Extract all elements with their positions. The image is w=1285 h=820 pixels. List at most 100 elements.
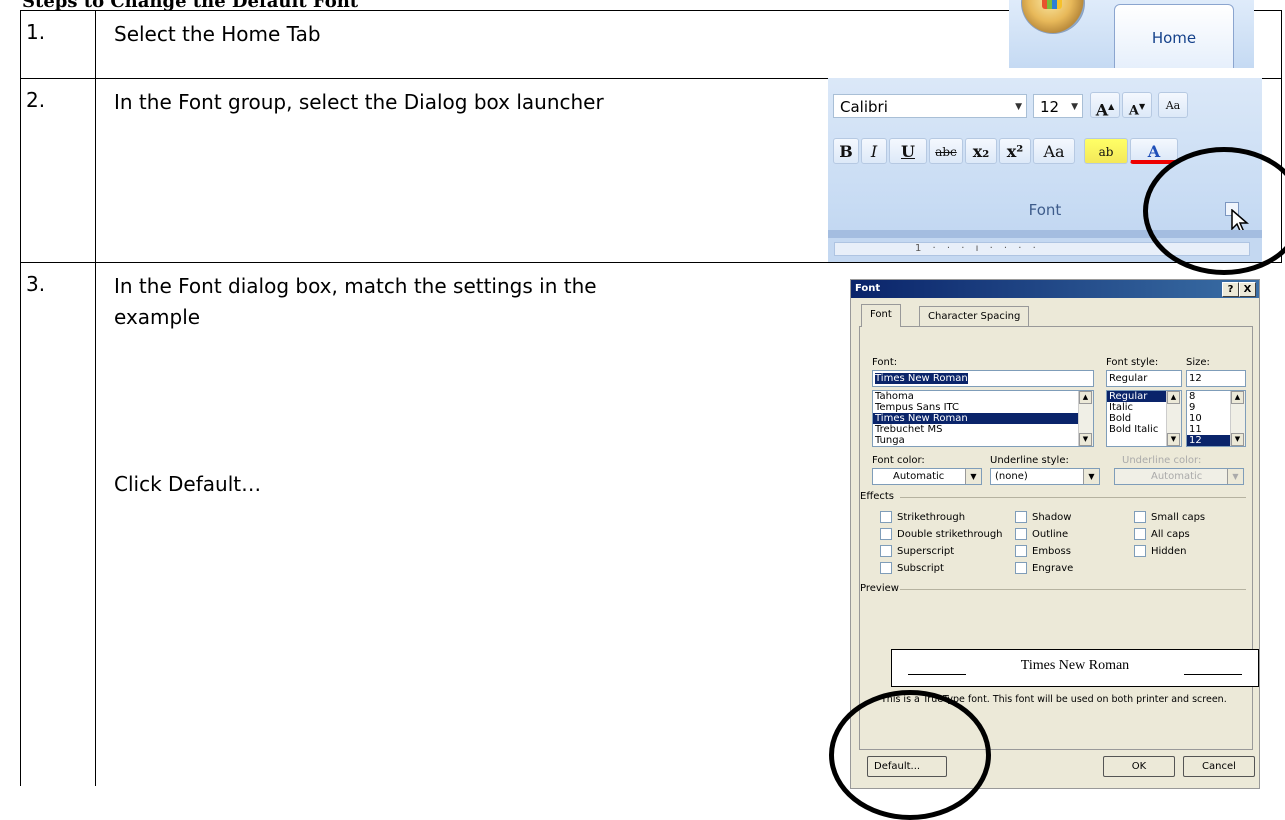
tab-font[interactable]: Font xyxy=(861,304,901,327)
font-style-label: Font style: xyxy=(1106,357,1159,368)
double-strikethrough-checkbox[interactable]: Double strikethrough xyxy=(880,528,1003,540)
hidden-checkbox[interactable]: Hidden xyxy=(1134,545,1186,557)
cancel-button[interactable]: Cancel xyxy=(1183,756,1255,777)
strikethrough-checkbox[interactable]: Strikethrough xyxy=(880,511,965,523)
shadow-checkbox[interactable]: Shadow xyxy=(1015,511,1071,523)
font-color-select[interactable]: Automatic ▼ xyxy=(872,468,982,485)
superscript-button[interactable]: x² xyxy=(999,138,1031,164)
font-color-label: Font color: xyxy=(872,455,925,466)
preview-label: Preview xyxy=(860,583,899,594)
checkbox-box[interactable] xyxy=(880,545,892,557)
font-preview: Times New Roman xyxy=(891,649,1259,687)
step-number: 1. xyxy=(26,20,46,44)
table-column-divider xyxy=(95,10,96,786)
emboss-checkbox[interactable]: Emboss xyxy=(1015,545,1071,557)
superscript-checkbox[interactable]: Superscript xyxy=(880,545,954,557)
preview-line xyxy=(1184,674,1242,675)
grow-font-button[interactable]: A▲ xyxy=(1090,92,1120,119)
close-icon[interactable]: X xyxy=(1239,282,1256,297)
font-list[interactable]: Tahoma Tempus Sans ITC Times New Roman T… xyxy=(872,390,1094,447)
list-item[interactable]: Tahoma xyxy=(873,391,1093,402)
strikethrough-button[interactable]: abc xyxy=(929,138,963,164)
italic-button[interactable]: I xyxy=(861,138,887,164)
chevron-down-icon: ▼ xyxy=(1227,469,1243,484)
step-text: In the Font dialog box, match the settin… xyxy=(114,274,597,298)
step-text: Click Default… xyxy=(114,472,262,496)
table-border-left xyxy=(20,10,21,786)
shrink-font-button[interactable]: A▼ xyxy=(1122,92,1152,118)
checkbox-box[interactable] xyxy=(1015,562,1027,574)
highlight-circle xyxy=(829,690,991,820)
size-field[interactable]: 12 xyxy=(1186,370,1246,387)
section-divider xyxy=(900,589,1246,590)
checkbox-box[interactable] xyxy=(1134,511,1146,523)
font-style-list[interactable]: Regular Italic Bold Bold Italic ▲ ▼ xyxy=(1106,390,1182,447)
checkbox-box[interactable] xyxy=(880,528,892,540)
underline-button[interactable]: U xyxy=(889,138,927,164)
list-item[interactable]: Tunga xyxy=(873,435,1093,446)
scrollbar[interactable]: ▲ ▼ xyxy=(1078,391,1093,446)
font-name-field[interactable]: Times New Roman xyxy=(872,370,1094,387)
outline-checkbox[interactable]: Outline xyxy=(1015,528,1068,540)
font-size-combo[interactable]: 12 ▼ xyxy=(1033,94,1083,118)
ok-button[interactable]: OK xyxy=(1103,756,1175,777)
underline-style-select[interactable]: (none) ▼ xyxy=(990,468,1100,485)
preview-line xyxy=(908,674,966,675)
tab-character-spacing[interactable]: Character Spacing xyxy=(919,306,1030,327)
scroll-down-icon[interactable]: ▼ xyxy=(1167,433,1180,446)
engrave-checkbox[interactable]: Engrave xyxy=(1015,562,1073,574)
chevron-down-icon[interactable]: ▼ xyxy=(1083,469,1099,484)
preview-text: Times New Roman xyxy=(1020,658,1130,673)
scroll-down-icon[interactable]: ▼ xyxy=(1079,433,1092,446)
size-label: Size: xyxy=(1186,357,1210,368)
clear-formatting-button[interactable]: Aa xyxy=(1158,92,1188,118)
step-text: example xyxy=(114,305,201,329)
chevron-down-icon: ▼ xyxy=(1071,102,1078,112)
highlight-button[interactable]: ab xyxy=(1084,138,1128,164)
section-divider xyxy=(900,497,1246,498)
scroll-down-icon[interactable]: ▼ xyxy=(1231,433,1244,446)
checkbox-box[interactable] xyxy=(1015,528,1027,540)
small-caps-checkbox[interactable]: Small caps xyxy=(1134,511,1205,523)
checkbox-box[interactable] xyxy=(1134,528,1146,540)
checkbox-box[interactable] xyxy=(1015,545,1027,557)
font-size-value: 12 xyxy=(1040,98,1060,116)
home-tab-screenshot: Home xyxy=(1009,0,1254,68)
scroll-up-icon[interactable]: ▲ xyxy=(1167,391,1180,404)
checkbox-box[interactable] xyxy=(1015,511,1027,523)
scroll-up-icon[interactable]: ▲ xyxy=(1231,391,1244,404)
help-icon[interactable]: ? xyxy=(1222,282,1239,297)
font-color-button[interactable]: A xyxy=(1130,138,1178,164)
font-name-combo[interactable]: Calibri ▼ xyxy=(833,94,1027,118)
chevron-down-icon[interactable]: ▼ xyxy=(965,469,981,484)
subscript-checkbox[interactable]: Subscript xyxy=(880,562,944,574)
checkbox-box[interactable] xyxy=(880,511,892,523)
font-style-field[interactable]: Regular xyxy=(1106,370,1182,387)
underline-color-select: Automatic ▼ xyxy=(1114,468,1244,485)
subscript-button[interactable]: x₂ xyxy=(965,138,997,164)
checkbox-box[interactable] xyxy=(880,562,892,574)
change-case-button[interactable]: Aa xyxy=(1033,138,1075,164)
scrollbar[interactable]: ▲ ▼ xyxy=(1230,391,1245,446)
underline-color-label: Underline color: xyxy=(1122,455,1202,466)
scroll-up-icon[interactable]: ▲ xyxy=(1079,391,1092,404)
font-label: Font: xyxy=(872,357,898,368)
office-button-icon[interactable] xyxy=(1021,0,1085,34)
step-text: Select the Home Tab xyxy=(114,22,321,46)
tab-home[interactable]: Home xyxy=(1114,4,1234,68)
list-item-selected[interactable]: Times New Roman xyxy=(873,413,1093,424)
bold-button[interactable]: B xyxy=(833,138,859,164)
step-text: In the Font group, select the Dialog box… xyxy=(114,90,604,114)
size-list[interactable]: 8 9 10 11 12 ▲ ▼ xyxy=(1186,390,1246,447)
effects-label: Effects xyxy=(860,491,894,502)
table-row-divider xyxy=(20,262,1282,263)
checkbox-box[interactable] xyxy=(1134,545,1146,557)
chevron-down-icon: ▼ xyxy=(1015,102,1022,112)
scrollbar[interactable]: ▲ ▼ xyxy=(1166,391,1181,446)
office-logo-icon xyxy=(1042,0,1062,9)
underline-style-label: Underline style: xyxy=(990,455,1069,466)
all-caps-checkbox[interactable]: All caps xyxy=(1134,528,1190,540)
list-item[interactable]: Tempus Sans ITC xyxy=(873,402,1093,413)
list-item[interactable]: Trebuchet MS xyxy=(873,424,1093,435)
font-name-value: Calibri xyxy=(840,98,888,116)
